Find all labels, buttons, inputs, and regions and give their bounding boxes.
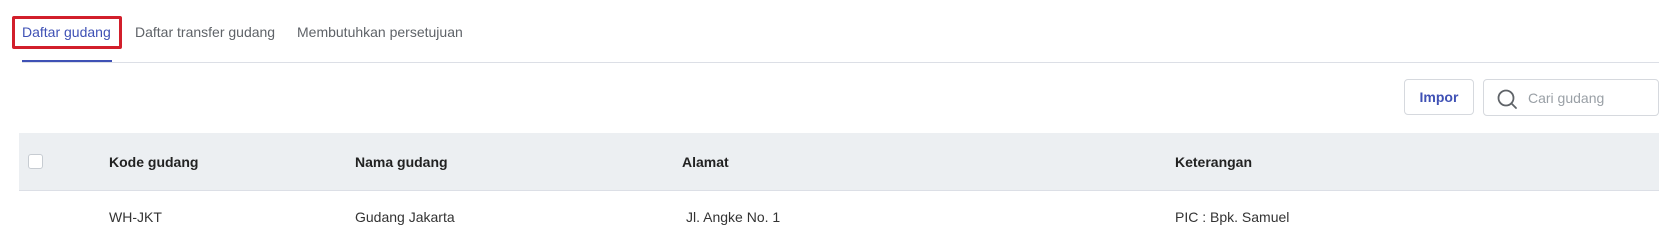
- tab-membutuhkan-persetujuan[interactable]: Membutuhkan persetujuan: [297, 24, 463, 40]
- select-all-checkbox[interactable]: [28, 154, 43, 169]
- warehouse-table: Kode gudang Nama gudang Alamat Keteranga…: [19, 133, 1659, 240]
- highlight-frame: [12, 16, 122, 49]
- column-header-nama-gudang: Nama gudang: [355, 153, 448, 170]
- warehouse-name-link[interactable]: Gudang Jakarta: [355, 191, 455, 240]
- search-box[interactable]: [1483, 79, 1659, 116]
- column-header-kode-gudang: Kode gudang: [109, 153, 199, 170]
- search-icon: [1497, 89, 1517, 109]
- tab-daftar-transfer-gudang[interactable]: Daftar transfer gudang: [135, 24, 275, 40]
- select-all-cell: [28, 133, 43, 190]
- cell-keterangan: PIC : Bpk. Samuel: [1175, 209, 1290, 225]
- warehouse-page: Daftar gudang Daftar transfer gudang Mem…: [0, 0, 1671, 240]
- active-tab-indicator: [22, 60, 112, 62]
- search-input[interactable]: [1528, 86, 1648, 110]
- cell-kode-gudang: WH-JKT: [109, 209, 162, 225]
- cell-alamat: Jl. Angke No. 1: [686, 209, 781, 225]
- import-button[interactable]: Impor: [1404, 79, 1474, 115]
- table-header: Kode gudang Nama gudang Alamat Keteranga…: [19, 133, 1659, 191]
- tab-bar: Daftar gudang Daftar transfer gudang Mem…: [22, 0, 1659, 63]
- column-header-alamat: Alamat: [682, 153, 729, 170]
- table-row: WH-JKT Gudang Jakarta Jl. Angke No. 1 PI…: [19, 191, 1659, 240]
- column-header-keterangan: Keterangan: [1175, 153, 1253, 170]
